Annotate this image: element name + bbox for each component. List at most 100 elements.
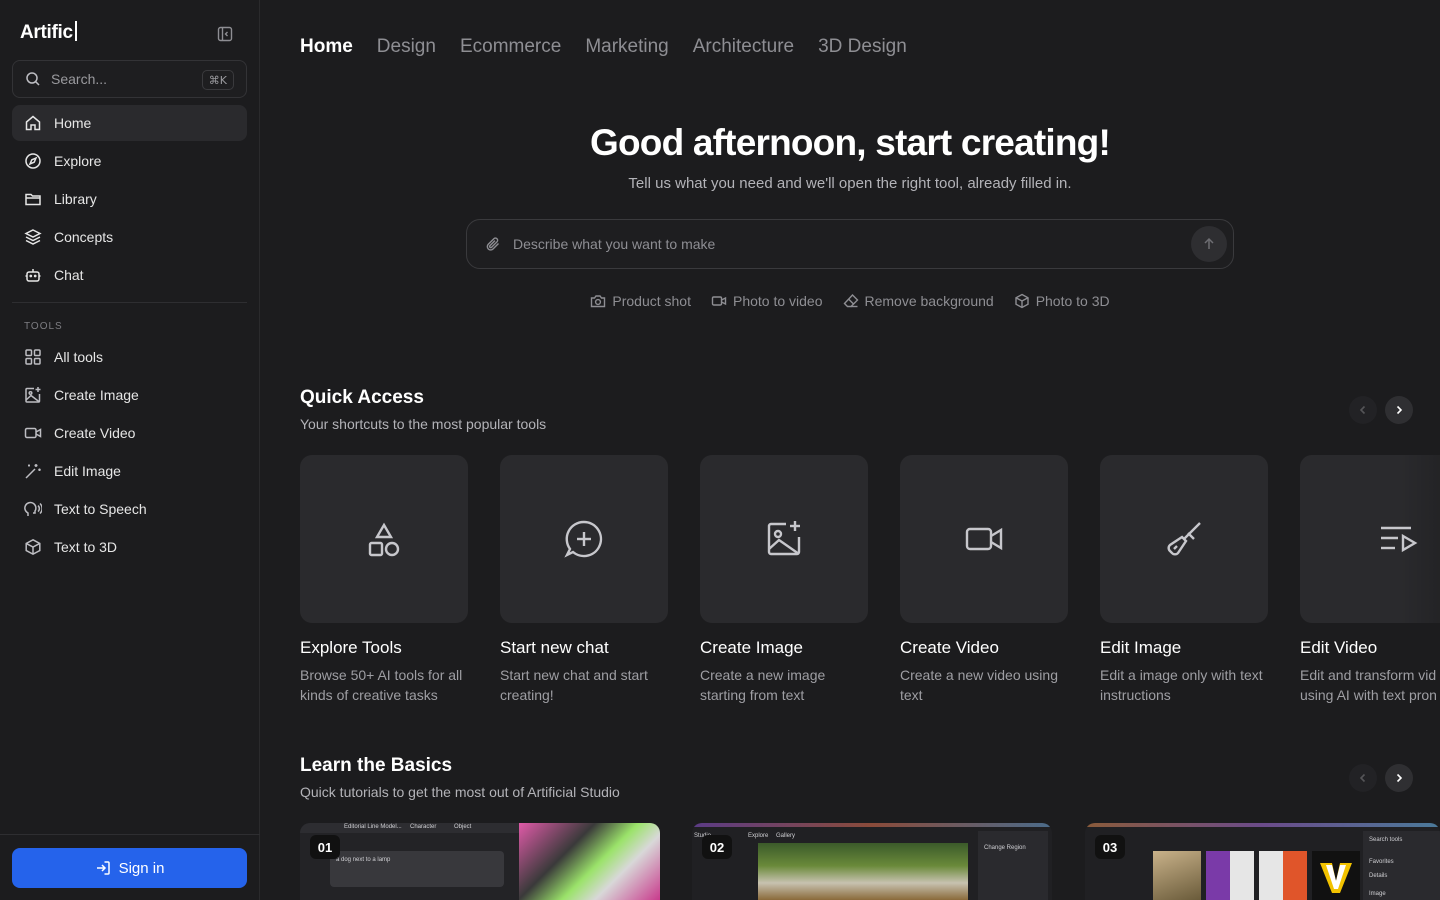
tutorial-caption: a dog next to a lamp xyxy=(336,857,391,863)
sidebar-item-text-to-3d[interactable]: Text to 3D xyxy=(12,529,247,565)
grid-icon xyxy=(24,348,42,366)
card-title: Explore Tools xyxy=(300,638,402,657)
folder-icon xyxy=(24,190,42,208)
card-thumbnail xyxy=(1300,455,1440,623)
sidebar-item-label: Concepts xyxy=(54,229,114,245)
v-logo-icon xyxy=(1320,863,1352,893)
tab-marketing[interactable]: Marketing xyxy=(585,36,668,58)
login-icon xyxy=(96,861,110,875)
tutorial-card-02[interactable]: Studio Explore Gallery Change Region 02 xyxy=(692,823,1052,900)
card-description: Edit a image only with text instructions xyxy=(1100,667,1263,703)
image-plus-icon xyxy=(24,386,42,404)
sidebar-item-library[interactable]: Library xyxy=(12,181,247,217)
card-explore-tools[interactable]: Explore Tools Browse 50+ AI tools for al… xyxy=(300,455,468,705)
tutorial-badge: 03 xyxy=(1095,835,1125,859)
card-description: Create a new image starting from text xyxy=(700,667,826,703)
tab-architecture[interactable]: Architecture xyxy=(693,36,794,58)
brush-icon xyxy=(1167,522,1201,556)
quick-access-subtitle: Your shortcuts to the most popular tools xyxy=(300,416,547,432)
chip-product-shot[interactable]: Product shot xyxy=(590,293,691,309)
card-description: Edit and transform vid using AI with tex… xyxy=(1300,667,1437,703)
tutorial-gradient-bar xyxy=(1085,823,1440,827)
card-title: Edit Video xyxy=(1300,638,1378,657)
chip-label: Remove background xyxy=(864,293,994,309)
chip-photo-to-3d[interactable]: Photo to 3D xyxy=(1014,293,1110,309)
card-thumbnail xyxy=(900,455,1068,623)
sidebar-item-edit-image[interactable]: Edit Image xyxy=(12,453,247,489)
sidebar-toggle-icon xyxy=(217,26,233,42)
tutorial-dog-image xyxy=(758,843,968,900)
tab-3d-design[interactable]: 3D Design xyxy=(818,36,907,58)
video-icon xyxy=(711,296,727,306)
tab-ecommerce[interactable]: Ecommerce xyxy=(460,36,561,58)
tab-home[interactable]: Home xyxy=(300,36,353,58)
collapse-sidebar-button[interactable] xyxy=(216,25,234,43)
sidebar-bottom-divider xyxy=(0,834,260,835)
card-title: Start new chat xyxy=(500,638,609,657)
search-input[interactable]: Search... ⌘K xyxy=(12,60,247,98)
quick-access-prev-button[interactable] xyxy=(1349,396,1377,424)
sidebar-divider xyxy=(12,302,247,303)
sidebar-item-create-image[interactable]: Create Image xyxy=(12,377,247,413)
tutorial-caption: Search tools xyxy=(1369,837,1403,843)
card-title: Create Image xyxy=(700,638,803,657)
sidebar-item-label: Edit Image xyxy=(54,463,121,479)
tutorial-card-01[interactable]: Editorial Line Model... Character Object… xyxy=(300,823,660,900)
sidebar-item-text-to-speech[interactable]: Text to Speech xyxy=(12,491,247,527)
send-button[interactable] xyxy=(1191,226,1227,262)
message-plus-icon xyxy=(564,520,603,558)
chip-remove-background[interactable]: Remove background xyxy=(843,293,994,309)
card-create-image[interactable]: Create Image Create a new image starting… xyxy=(700,455,868,705)
card-start-new-chat[interactable]: Start new chat Start new chat and start … xyxy=(500,455,668,705)
basics-prev-button[interactable] xyxy=(1349,764,1377,792)
tutorial-caption: Explore xyxy=(748,833,769,839)
hero-title: Good afternoon, start creating! xyxy=(590,122,1111,163)
tools-section-label: TOOLS xyxy=(24,321,63,332)
quick-access-title: Quick Access xyxy=(300,387,424,408)
tutorial-thumb-dog-purple xyxy=(1206,851,1254,900)
sidebar-item-label: Explore xyxy=(54,153,102,169)
sidebar-item-concepts[interactable]: Concepts xyxy=(12,219,247,255)
box-icon xyxy=(24,538,42,556)
sidebar-item-chat[interactable]: Chat xyxy=(12,257,247,293)
sign-in-button[interactable]: Sign in xyxy=(12,848,247,888)
sidebar-item-label: Chat xyxy=(54,267,84,283)
sidebar-item-create-video[interactable]: Create Video xyxy=(12,415,247,451)
learn-basics-subtitle: Quick tutorials to get the most out of A… xyxy=(300,784,620,800)
compass-icon xyxy=(24,152,42,170)
paperclip-icon[interactable] xyxy=(485,236,501,252)
card-edit-image[interactable]: Edit Image Edit a image only with text i… xyxy=(1100,455,1268,705)
card-create-video[interactable]: Create Video Create a new video using te… xyxy=(900,455,1068,705)
image-plus-icon xyxy=(767,521,801,556)
sidebar-item-label: Home xyxy=(54,115,92,131)
tab-design[interactable]: Design xyxy=(377,36,436,58)
card-description: Create a new video using text xyxy=(900,667,1058,703)
sidebar-item-home[interactable]: Home xyxy=(12,105,247,141)
layers-icon xyxy=(24,228,42,246)
eraser-icon xyxy=(843,293,858,308)
sidebar-item-label: All tools xyxy=(54,349,104,365)
quick-access-next-button[interactable] xyxy=(1385,396,1413,424)
tutorial-caption: Object xyxy=(454,824,472,830)
tutorial-caption: Character xyxy=(410,824,437,830)
sidebar-item-explore[interactable]: Explore xyxy=(12,143,247,179)
brand-logo[interactable]: Artific xyxy=(20,21,77,44)
card-description: Start new chat and start creating! xyxy=(500,667,648,703)
tutorial-thumb-logo xyxy=(1312,851,1360,900)
basics-next-button[interactable] xyxy=(1385,764,1413,792)
sidebar-item-label: Text to Speech xyxy=(54,501,147,517)
card-title: Edit Image xyxy=(1100,638,1182,657)
tutorial-caption: Favorites xyxy=(1369,859,1394,865)
chip-photo-to-video[interactable]: Photo to video xyxy=(711,293,823,309)
prompt-input[interactable]: Describe what you want to make xyxy=(466,219,1234,269)
chip-label: Product shot xyxy=(612,293,691,309)
tutorial-thumb-dog-orange xyxy=(1259,851,1307,900)
shortcut-badge: ⌘K xyxy=(201,70,234,90)
tutorial-card-03[interactable]: Search tools Favorites Details Image 03 xyxy=(1085,823,1440,900)
sidebar-item-all-tools[interactable]: All tools xyxy=(12,339,247,375)
card-thumbnail xyxy=(1100,455,1268,623)
tutorial-gradient-bar xyxy=(692,823,1052,827)
tutorial-thumb-car xyxy=(1153,851,1201,900)
card-thumbnail xyxy=(300,455,468,623)
card-edit-video[interactable]: Edit Video Edit and transform vid using … xyxy=(1300,455,1440,705)
